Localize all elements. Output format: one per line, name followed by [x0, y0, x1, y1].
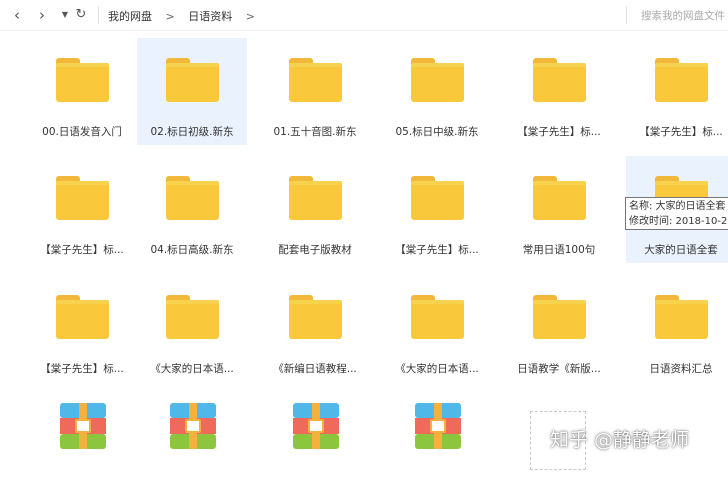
breadcrumb: 我的网盘 > 日语资料 > — [108, 8, 265, 24]
archive-icon — [293, 403, 339, 449]
folder-icon — [533, 295, 586, 339]
tooltip-name: 名称: 大家的日语全套 — [629, 201, 726, 212]
folder-tile[interactable]: 【棠子先生】标... — [27, 275, 137, 382]
breadcrumb-item-current[interactable]: 日语资料 — [188, 8, 232, 24]
folder-tile[interactable]: 配套电子版教材 — [260, 156, 370, 263]
watermark: 知乎 @静静老师 — [550, 429, 690, 451]
file-name: 05.标日中级.新东 — [395, 126, 479, 138]
folder-icon — [411, 176, 464, 220]
folder-icon — [56, 58, 109, 102]
archive-icon — [60, 403, 106, 449]
file-grid: 00.日语发音入门 02.标日初级.新东 01.五十音图.新东 05.标日中级.新东【… — [0, 31, 728, 470]
archive-icon — [415, 403, 461, 449]
folder-icon — [56, 295, 109, 339]
folder-tile[interactable]: 【棠子先生】标... — [382, 156, 492, 263]
file-name: 01.五十音图.新东 — [273, 126, 357, 138]
file-name: 【棠子先生】标... — [395, 244, 479, 256]
file-name: 常用日语100句 — [522, 244, 596, 256]
folder-tile[interactable]: 00.日语发音入门 — [27, 38, 137, 145]
file-name: 配套电子版教材 — [278, 244, 352, 256]
folder-icon — [166, 58, 219, 102]
folder-icon — [166, 295, 219, 339]
tooltip-modified: 修改时间: 2018-10-23 — [629, 216, 728, 227]
chevron-right-icon[interactable]: › — [33, 6, 51, 24]
archive-icon — [170, 403, 216, 449]
folder-icon — [289, 295, 342, 339]
folder-icon — [56, 176, 109, 220]
file-name: 【棠子先生】标... — [639, 126, 723, 138]
file-name: 04.标日高级.新东 — [150, 244, 234, 256]
file-name: 02.标日初级.新东 — [150, 126, 234, 138]
file-name: 日语资料汇总 — [649, 363, 713, 375]
breadcrumb-separator: > — [245, 10, 255, 23]
folder-tile[interactable]: 日语资料汇总 — [626, 275, 728, 382]
archive-file-tile[interactable] — [27, 393, 137, 500]
search-input[interactable]: 搜索我的网盘文件 — [641, 8, 728, 23]
folder-icon — [411, 295, 464, 339]
breadcrumb-item-root[interactable]: 我的网盘 — [108, 8, 152, 24]
toolbar-divider — [98, 6, 99, 24]
folder-icon — [289, 58, 342, 102]
folder-tile[interactable]: 《大家的日本语... — [382, 275, 492, 382]
folder-tile[interactable]: 05.标日中级.新东 — [382, 38, 492, 145]
chevron-left-icon[interactable]: ‹ — [8, 6, 26, 24]
file-name: 大家的日语全套 — [644, 244, 718, 256]
folder-tile[interactable]: 【棠子先生】标... — [504, 38, 614, 145]
file-name: 《大家的日本语... — [150, 363, 234, 375]
folder-tile[interactable]: 04.标日高级.新东 — [137, 156, 247, 263]
toolbar-divider — [626, 6, 627, 24]
folder-tile[interactable]: 日语教学《新版... — [504, 275, 614, 382]
file-name: 【棠子先生】标... — [40, 363, 124, 375]
folder-icon — [533, 176, 586, 220]
breadcrumb-separator: > — [165, 10, 175, 23]
file-name: 《大家的日本语... — [395, 363, 479, 375]
archive-file-tile[interactable] — [382, 393, 492, 500]
folder-icon — [166, 176, 219, 220]
folder-tile[interactable]: 【棠子先生】标... — [626, 38, 728, 145]
folder-icon — [289, 176, 342, 220]
folder-tile[interactable]: 常用日语100句 — [504, 156, 614, 263]
folder-icon — [411, 58, 464, 102]
folder-icon — [655, 295, 708, 339]
folder-icon — [533, 58, 586, 102]
folder-tile[interactable]: 01.五十音图.新东 — [260, 38, 370, 145]
file-name: 日语教学《新版... — [517, 363, 601, 375]
file-name: 【棠子先生】标... — [517, 126, 601, 138]
file-name: 《新编日语教程... — [273, 363, 357, 375]
toolbar: ‹ › ▼ ↻ 我的网盘 > 日语资料 > 搜索我的网盘文件 — [0, 0, 728, 31]
folder-tile[interactable]: 《大家的日本语... — [137, 275, 247, 382]
folder-icon — [655, 58, 708, 102]
folder-tile[interactable]: 02.标日初级.新东 — [137, 38, 247, 145]
folder-tile[interactable]: 【棠子先生】标... — [27, 156, 137, 263]
file-tooltip: 名称: 大家的日语全套 修改时间: 2018-10-23 — [625, 197, 728, 230]
archive-file-tile[interactable] — [137, 393, 247, 500]
file-name: 00.日语发音入门 — [42, 126, 122, 138]
folder-tile[interactable]: 《新编日语教程... — [260, 275, 370, 382]
archive-file-tile[interactable] — [260, 393, 370, 500]
refresh-icon[interactable]: ↻ — [72, 6, 90, 24]
file-name: 【棠子先生】标... — [40, 244, 124, 256]
